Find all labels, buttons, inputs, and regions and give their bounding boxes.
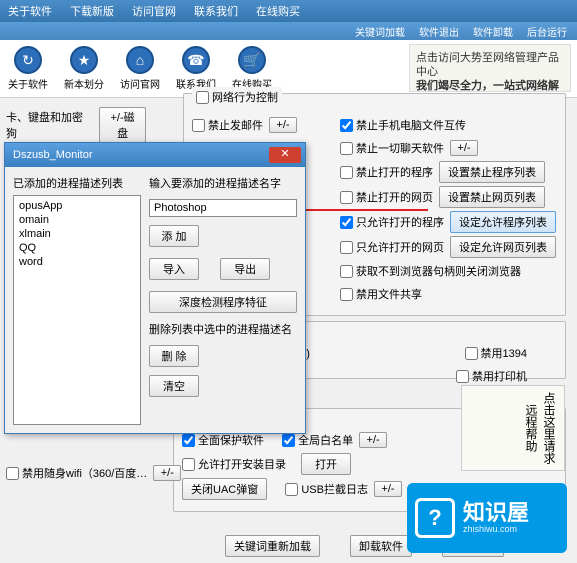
list-item[interactable]: word (17, 255, 137, 269)
list-item[interactable]: QQ (17, 241, 137, 255)
browser-check[interactable] (340, 265, 353, 278)
logo-name: 知识屋 (463, 502, 529, 524)
process-name-input[interactable] (149, 199, 297, 217)
menu-item[interactable]: 访问官网 (132, 3, 176, 19)
submenu-item[interactable]: 后台运行 (527, 24, 567, 39)
export-button[interactable]: 导出 (220, 258, 270, 280)
label-keyboard: 卡、键盘和加密狗 (6, 109, 93, 141)
submenu-item[interactable]: 软件卸载 (473, 24, 513, 39)
fileshare-check[interactable] (340, 288, 353, 301)
logo-icon: ? (415, 498, 455, 538)
input-label: 输入要添加的进程描述名字 (149, 175, 297, 191)
usblog-check[interactable] (285, 483, 298, 496)
dialog-title: Dszusb_Monitor (13, 149, 92, 161)
net-control-check[interactable] (196, 91, 209, 104)
toolbar-website[interactable]: ⌂访问官网 (120, 46, 160, 91)
phone-icon: ☎ (182, 46, 210, 74)
top-menubar: 关于软件 下载新版 访问官网 联系我们 在线购买 (0, 0, 577, 22)
toolbar-buy[interactable]: 🛒在线购买 (232, 46, 272, 91)
submenu-item[interactable]: 软件退出 (419, 24, 459, 39)
uninstall-button[interactable]: 卸载软件 (350, 535, 412, 557)
toolbar-contact[interactable]: ☎联系我们 (176, 46, 216, 91)
web-stop-button[interactable]: 设置禁止网页列表 (439, 186, 545, 208)
toolbar-version[interactable]: ★新本划分 (64, 46, 104, 91)
close-uac-button[interactable]: 关闭UAC弹窗 (182, 478, 267, 500)
banner: 点击访问大势至网络管理产品中心 我们竭尽全力，一站式网络解决方案！ (409, 44, 571, 92)
logo-url: zhishiwu.com (463, 524, 529, 534)
sub-menubar: 关键词加载 软件退出 软件卸载 后台运行 (0, 22, 577, 40)
disk-button[interactable]: +/-磁盘 (99, 107, 146, 143)
mail-pm-button[interactable]: +/- (269, 117, 297, 133)
web-allow-check[interactable] (340, 241, 353, 254)
mobile-check[interactable] (340, 119, 353, 132)
dialog-titlebar[interactable]: Dszusb_Monitor ✕ (5, 143, 305, 167)
list-item[interactable]: xlmain (17, 227, 137, 241)
list-item[interactable]: opusApp (17, 199, 137, 213)
printer-check[interactable] (456, 370, 469, 383)
web-allow-button[interactable]: 设定允许网页列表 (450, 236, 556, 258)
delete-button[interactable]: 删 除 (149, 345, 199, 367)
toolbar-about[interactable]: ↻关于软件 (8, 46, 48, 91)
wifi-pm-button[interactable]: +/- (153, 465, 181, 481)
allow-install-check[interactable] (182, 458, 195, 471)
clear-button[interactable]: 清空 (149, 375, 199, 397)
brand-logo: ? 知识屋 zhishiwu.com (407, 483, 567, 553)
protect-check[interactable] (182, 434, 195, 447)
help-sidebox[interactable]: 点击这里请求远程帮助 (461, 385, 565, 471)
deep-detect-button[interactable]: 深度检测程序特征 (149, 291, 297, 313)
close-icon[interactable]: ✕ (269, 147, 301, 163)
process-listbox[interactable]: opusApp omain xlmain QQ word (13, 195, 141, 425)
stop-mail-check[interactable] (192, 119, 205, 132)
wifi-check[interactable] (6, 467, 19, 480)
usblog-pm-button[interactable]: +/- (374, 481, 402, 497)
star-icon: ★ (70, 46, 98, 74)
menu-item[interactable]: 下载新版 (70, 3, 114, 19)
refresh-icon: ↻ (14, 46, 42, 74)
submenu-item[interactable]: 关键词加载 (355, 24, 405, 39)
open-button[interactable]: 打开 (301, 453, 351, 475)
reload-keywords-button[interactable]: 关键词重新加载 (225, 535, 320, 557)
p1394-check[interactable] (465, 347, 478, 360)
import-button[interactable]: 导入 (149, 258, 199, 280)
process-dialog: Dszusb_Monitor ✕ 已添加的进程描述列表 opusApp omai… (4, 142, 306, 434)
home-icon: ⌂ (126, 46, 154, 74)
menu-item[interactable]: 联系我们 (194, 3, 238, 19)
delete-label: 删除列表中选中的进程描述名 (149, 321, 297, 337)
prog-stop-check[interactable] (340, 166, 353, 179)
prog-allow-check[interactable] (340, 216, 353, 229)
chat-pm-button[interactable]: +/- (450, 140, 478, 156)
cart-icon: 🛒 (238, 46, 266, 74)
menu-item[interactable]: 关于软件 (8, 3, 52, 19)
list-label: 已添加的进程描述列表 (13, 175, 141, 191)
prog-stop-button[interactable]: 设置禁止程序列表 (439, 161, 545, 183)
prog-allow-button[interactable]: 设定允许程序列表 (450, 211, 556, 233)
chat-check[interactable] (340, 142, 353, 155)
web-stop-check[interactable] (340, 191, 353, 204)
list-item[interactable]: omain (17, 213, 137, 227)
menu-item[interactable]: 在线购买 (256, 3, 300, 19)
whitelist-check[interactable] (282, 434, 295, 447)
whitelist-pm-button[interactable]: +/- (359, 432, 387, 448)
add-button[interactable]: 添 加 (149, 225, 199, 247)
